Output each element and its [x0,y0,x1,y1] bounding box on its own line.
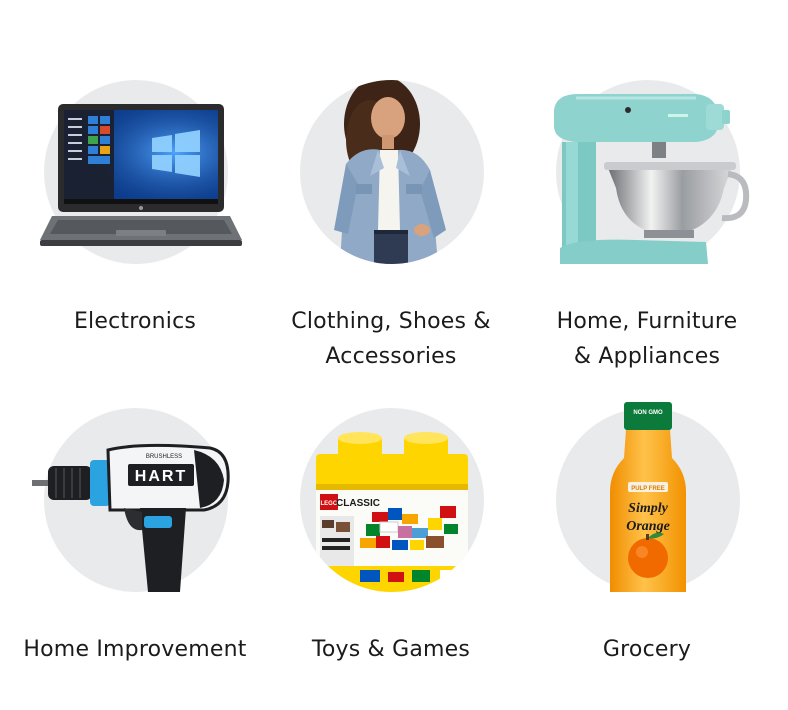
category-label-line-1: Toys & Games [311,637,471,662]
drill-brand-text: HART [135,468,187,485]
category-label: Home, Furniture & Appliances [516,304,778,374]
category-image-disc: NON GMO PULP FREE Simply Orange [556,402,740,592]
category-label-line-1: Electronics [73,309,197,334]
juice-brand-line-1: Simply [628,501,668,516]
category-label-line-1: Home Improvement [23,637,247,662]
category-label-line-2: & Appliances [573,344,721,369]
category-label-line-1: Clothing, Shoes & [291,309,491,334]
category-label-line-1: Grocery [602,637,692,662]
juice-brand-line-2: Orange [626,519,670,534]
category-image-disc: HART BRUSHLESS [32,408,230,592]
power-drill-icon: HART BRUSHLESS [32,443,230,592]
orange-juice-bottle-icon: NON GMO PULP FREE Simply Orange [610,402,686,592]
category-image-disc [300,80,484,264]
category-label-line-2: Accessories [325,344,457,369]
category-label-line-1: Home, Furniture [556,309,738,334]
category-image-disc: LEGO CLASSIC [300,408,484,592]
category-image-disc [40,80,242,264]
drill-badge-text: BRUSHLESS [146,454,182,460]
category-tile-electronics[interactable]: Electronics [4,60,266,360]
denim-jacket-model-image [334,80,446,264]
category-tile-toys-games[interactable]: LEGO CLASSIC Toys & Games [260,388,522,688]
laptop-icon [40,104,242,246]
stand-mixer-icon [554,94,750,264]
category-tile-home-furniture[interactable]: Home, Furniture & Appliances [516,60,778,380]
category-label: Electronics [4,304,266,339]
category-tile-clothing[interactable]: Clothing, Shoes & Accessories [260,60,522,380]
category-label: Home Improvement [4,632,266,667]
lego-line-text: CLASSIC [336,498,380,509]
category-label: Clothing, Shoes & Accessories [260,304,522,374]
category-label: Grocery [516,632,778,667]
category-tile-grocery[interactable]: NON GMO PULP FREE Simply Orange Grocery [516,388,778,688]
lego-box-icon: LEGO CLASSIC [316,432,468,592]
category-tile-home-improvement[interactable]: HART BRUSHLESS Home Improvement [4,388,266,688]
category-label: Toys & Games [260,632,522,667]
juice-badge-text: PULP FREE [631,486,665,492]
juice-cap-text: NON GMO [633,410,663,416]
category-image-disc [554,80,750,264]
